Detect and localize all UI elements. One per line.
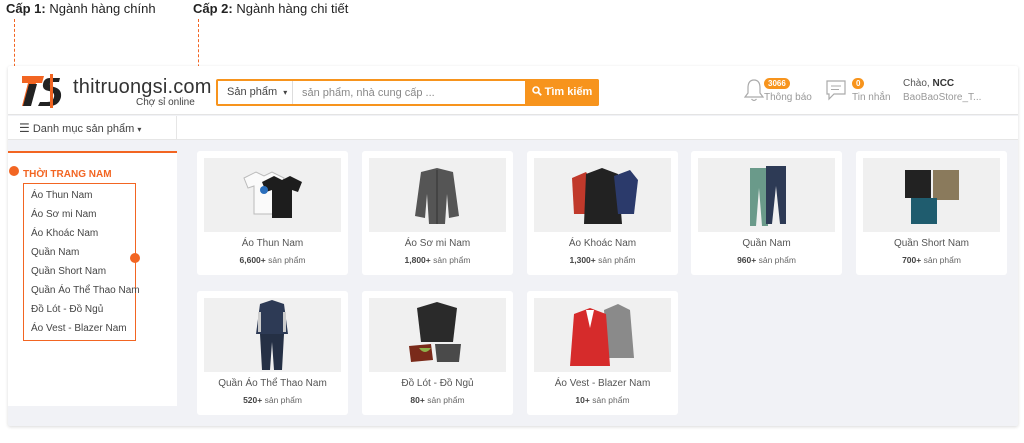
- category-bar: ☰ Danh mục sản phẩm ▾: [8, 116, 1018, 140]
- category-menu-label: Danh mục sản phẩm: [32, 123, 135, 135]
- notifications-label: Thông báo: [764, 92, 812, 103]
- user-greeting[interactable]: Chào, NCC: [903, 78, 954, 89]
- messages[interactable]: 0 Tin nhắn: [823, 76, 893, 106]
- category-card[interactable]: Quần Áo Thể Thao Nam 520+ sản phẩm: [197, 291, 348, 415]
- caret-down-icon: ▾: [137, 125, 142, 134]
- logo-tagline: Chợ sỉ online: [136, 97, 195, 108]
- messages-label: Tin nhắn: [852, 92, 891, 103]
- annotation-dot-2: [130, 253, 140, 263]
- card-title: Áo Vest - Blazer Nam: [554, 378, 651, 389]
- notifications-badge: 3066: [764, 78, 790, 89]
- subcategory-list: Áo Thun Nam Áo Sơ mi Nam Áo Khoác Nam Qu…: [23, 183, 140, 341]
- sidebar-accent-bar: [8, 151, 177, 153]
- sidebar-category-title[interactable]: THỜI TRANG NAM: [23, 169, 112, 180]
- messages-badge: 0: [852, 78, 865, 89]
- subcategory-item[interactable]: Áo Khoác Nam: [31, 228, 98, 239]
- product-image: [863, 158, 1000, 232]
- card-count: 960+ sản phẩm: [737, 255, 796, 265]
- card-title: Áo Thun Nam: [241, 238, 304, 249]
- annotation-level-2: Cấp 2: Ngành hàng chi tiết: [193, 1, 349, 16]
- category-card[interactable]: Áo Thun Nam 6,600+ sản phẩm: [197, 151, 348, 275]
- user-name: NCC: [932, 78, 955, 89]
- card-title: Áo Sơ mi Nam: [404, 238, 471, 249]
- store-name[interactable]: BaoBaoStore_T...: [903, 92, 981, 103]
- subcategory-item[interactable]: Áo Thun Nam: [31, 190, 93, 201]
- category-card[interactable]: Quần Short Nam 700+ sản phẩm: [856, 151, 1007, 275]
- product-image: [534, 298, 671, 372]
- card-count: 1,800+ sản phẩm: [404, 255, 471, 265]
- header: thitruongsi.com Chợ sỉ online Sản phẩm ▾…: [8, 66, 1018, 115]
- category-menu-button[interactable]: ☰ Danh mục sản phẩm ▾: [8, 116, 177, 140]
- search-type-label: Sản phẩm: [227, 86, 278, 98]
- product-image: [204, 158, 341, 232]
- card-title: Quần Áo Thể Thao Nam: [218, 378, 327, 389]
- card-title: Quần Short Nam: [893, 238, 970, 249]
- search-input[interactable]: [294, 81, 524, 104]
- subcategory-item[interactable]: Quần Áo Thể Thao Nam: [31, 285, 140, 296]
- logo-icon: [22, 74, 62, 108]
- card-count: 700+ sản phẩm: [902, 255, 961, 265]
- category-card[interactable]: Áo Khoác Nam 1,300+ sản phẩm: [527, 151, 678, 275]
- product-image: [369, 298, 506, 372]
- sidebar: THỜI TRANG NAM Áo Thun Nam Áo Sơ mi Nam …: [8, 151, 177, 406]
- subcategory-item[interactable]: Quần Nam: [31, 247, 79, 258]
- subcategory-item[interactable]: Áo Vest - Blazer Nam: [31, 323, 127, 334]
- subcategory-item[interactable]: Quần Short Nam: [31, 266, 106, 277]
- product-image: [204, 298, 341, 372]
- card-count: 10+ sản phẩm: [575, 395, 630, 405]
- search-button-label: Tìm kiếm: [544, 86, 593, 98]
- search-bar: Sản phẩm ▾ Tìm kiếm: [216, 79, 599, 106]
- card-count: 1,300+ sản phẩm: [569, 255, 636, 265]
- annotation-dot-1: [9, 166, 19, 176]
- menu-icon: ☰: [19, 121, 30, 135]
- card-title: Áo Khoác Nam: [568, 238, 637, 249]
- app-window: thitruongsi.com Chợ sỉ online Sản phẩm ▾…: [8, 66, 1018, 426]
- card-count: 80+ sản phẩm: [410, 395, 465, 405]
- search-button[interactable]: Tìm kiếm: [525, 79, 599, 106]
- notifications[interactable]: 3066 Thông báo: [742, 76, 822, 106]
- category-card[interactable]: Áo Sơ mi Nam 1,800+ sản phẩm: [362, 151, 513, 275]
- product-image: [369, 158, 506, 232]
- product-image: [698, 158, 835, 232]
- category-card[interactable]: Quần Nam 960+ sản phẩm: [691, 151, 842, 275]
- bell-icon: [744, 79, 764, 102]
- subcategory-item[interactable]: Đồ Lót - Đồ Ngủ: [31, 304, 103, 315]
- search-type-select[interactable]: Sản phẩm ▾: [218, 81, 293, 104]
- search-icon: [531, 86, 542, 96]
- subcategory-item[interactable]: Áo Sơ mi Nam: [31, 209, 96, 220]
- annotation-level-1: Cấp 1: Ngành hàng chính: [6, 1, 156, 16]
- card-count: 6,600+ sản phẩm: [239, 255, 306, 265]
- category-card[interactable]: Áo Vest - Blazer Nam 10+ sản phẩm: [527, 291, 678, 415]
- logo-text: thitruongsi.com: [73, 76, 212, 98]
- chat-icon: [826, 80, 846, 101]
- category-card[interactable]: Đồ Lót - Đồ Ngủ 80+ sản phẩm: [362, 291, 513, 415]
- product-image: [534, 158, 671, 232]
- caret-down-icon: ▾: [283, 88, 288, 97]
- card-count: 520+ sản phẩm: [243, 395, 302, 405]
- greeting-prefix: Chào,: [903, 78, 930, 89]
- card-title: Đồ Lót - Đồ Ngủ: [401, 378, 474, 389]
- card-title: Quần Nam: [742, 238, 791, 249]
